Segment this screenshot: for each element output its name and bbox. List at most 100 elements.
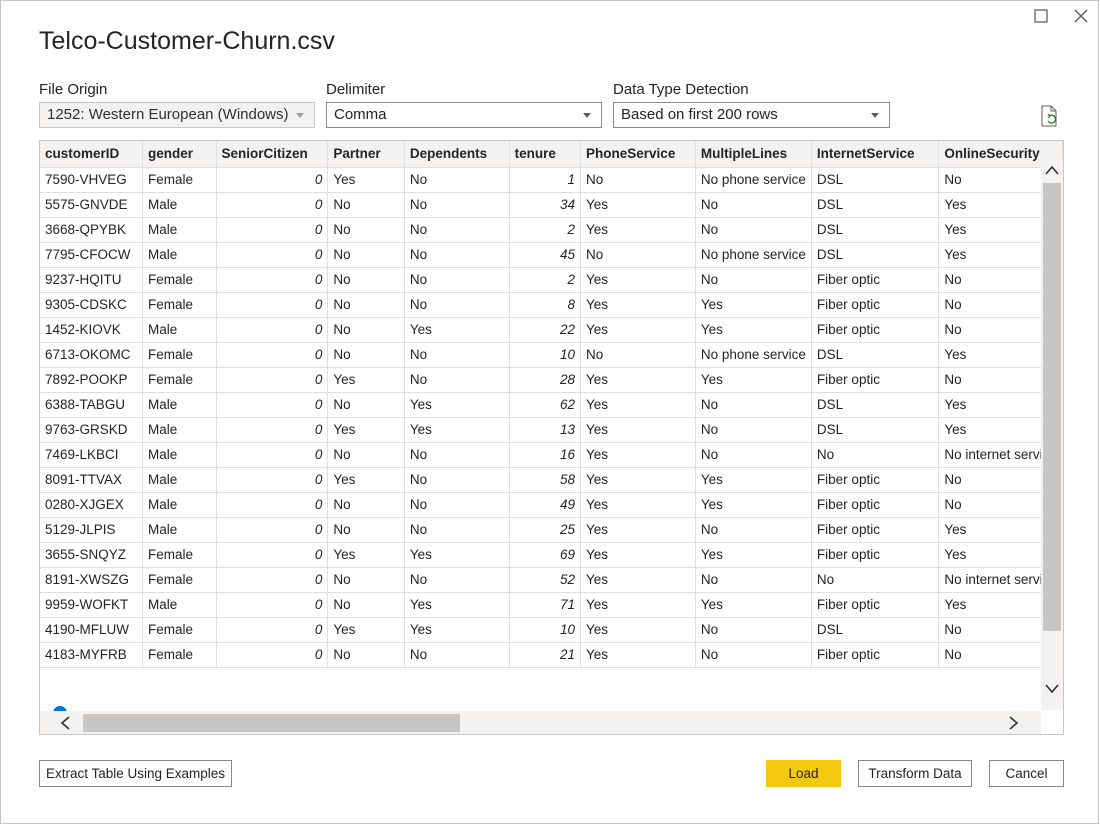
csv-import-dialog: Telco-Customer-Churn.csv File Origin 125… [0, 0, 1099, 824]
table-cell: 10 [509, 342, 582, 368]
horizontal-scroll-thumb[interactable] [83, 714, 460, 732]
table-cell: No [327, 267, 405, 293]
table-row: 7590-VHVEG Female 0 Yes No 1 No No phone servic… [40, 167, 1063, 193]
table-cell: Male [142, 442, 217, 468]
table-cell: 5575-GNVDE [40, 192, 143, 218]
table-cell: 0 [216, 367, 329, 393]
table-cell: 3655-SNQYZ [40, 542, 143, 568]
table-cell: No [404, 217, 510, 243]
table-cell: No [404, 442, 510, 468]
vertical-scroll-thumb[interactable] [1043, 183, 1061, 631]
table-cell: Yes [695, 492, 812, 518]
table-cell: 34 [509, 192, 582, 218]
table-cell: 58 [509, 467, 582, 493]
table-cell: Yes [404, 392, 510, 418]
table-cell: 4190-MFLUW [40, 617, 143, 643]
table-cell: Yes [580, 217, 696, 243]
table-cell: Yes [580, 492, 696, 518]
table-cell: No [327, 292, 405, 318]
table-cell: Yes [327, 467, 405, 493]
table-cell: Yes [695, 367, 812, 393]
table-cell: No [695, 517, 812, 543]
table-cell: Male [142, 317, 217, 343]
table-cell: Yes [404, 542, 510, 568]
table-row: 9763-GRSKD Male 0 Yes Yes 13 Yes No DSL Yes [40, 417, 1063, 443]
preview-grid[interactable]: customerID gender SeniorCitizen Partner Depe… [39, 140, 1064, 735]
detection-label: Data Type Detection [613, 81, 749, 98]
table-cell: 1452-KIOVK [40, 317, 143, 343]
table-cell: 7892-POOKP [40, 367, 143, 393]
table-cell: Fiber optic [811, 492, 940, 518]
table-cell: 49 [509, 492, 582, 518]
table-cell: 9237-HQITU [40, 267, 143, 293]
delimiter-value: Comma [334, 106, 387, 123]
maximize-icon[interactable] [1034, 9, 1052, 27]
load-button[interactable]: Load [766, 760, 841, 787]
column-header: Partner [327, 141, 405, 168]
chevron-left-icon[interactable] [60, 716, 70, 730]
table-cell: Yes [580, 292, 696, 318]
table-cell: No phone service [695, 242, 812, 268]
cancel-button[interactable]: Cancel [989, 760, 1064, 787]
table-cell: Yes [327, 542, 405, 568]
table-row: 4190-MFLUW Female 0 Yes Yes 10 Yes No DSL No [40, 617, 1063, 643]
table-row: 8191-XWSZG Female 0 No No 52 Yes No No No interne… [40, 567, 1063, 593]
dialog-title: Telco-Customer-Churn.csv [39, 27, 335, 55]
table-cell: 2 [509, 217, 582, 243]
table-cell: 0 [216, 267, 329, 293]
extract-table-button[interactable]: Extract Table Using Examples [39, 760, 232, 787]
table-cell: Female [142, 542, 217, 568]
file-origin-select[interactable]: 1252: Western European (Windows) [39, 102, 315, 128]
table-cell: 2 [509, 267, 582, 293]
delimiter-select[interactable]: Comma [326, 102, 602, 128]
table-cell: Yes [404, 617, 510, 643]
table-cell: No [404, 292, 510, 318]
detection-select[interactable]: Based on first 200 rows [613, 102, 890, 128]
table-cell: Male [142, 192, 217, 218]
table-cell: 0 [216, 342, 329, 368]
refresh-file-icon[interactable] [1040, 105, 1060, 127]
table-cell: Fiber optic [811, 367, 940, 393]
table-row: 0280-XJGEX Male 0 No No 49 Yes Yes Fiber optic No [40, 492, 1063, 518]
table-cell: Yes [695, 542, 812, 568]
table-cell: 0 [216, 392, 329, 418]
table-cell: Fiber optic [811, 267, 940, 293]
table-cell: 0 [216, 517, 329, 543]
table-cell: 7795-CFOCW [40, 242, 143, 268]
chevron-down-icon[interactable] [1045, 681, 1059, 694]
table-cell: No [404, 492, 510, 518]
table-cell: 0 [216, 617, 329, 643]
table-cell: Fiber optic [811, 317, 940, 343]
table-cell: Yes [580, 642, 696, 668]
table-cell: Female [142, 342, 217, 368]
table-cell: No [811, 442, 940, 468]
table-cell: 6388-TABGU [40, 392, 143, 418]
table-cell: Fiber optic [811, 292, 940, 318]
table-cell: No [580, 342, 696, 368]
table-cell: Female [142, 617, 217, 643]
table-cell: No [327, 342, 405, 368]
chevron-up-icon[interactable] [1045, 162, 1059, 175]
table-cell: Female [142, 292, 217, 318]
table-cell: 52 [509, 567, 582, 593]
table-cell: Yes [327, 167, 405, 193]
table-cell: 10 [509, 617, 582, 643]
table-cell: 71 [509, 592, 582, 618]
table-cell: No [327, 567, 405, 593]
table-cell: Yes [580, 592, 696, 618]
transform-data-button[interactable]: Transform Data [858, 760, 972, 787]
table-cell: 0 [216, 467, 329, 493]
chevron-right-icon[interactable] [1009, 716, 1019, 730]
table-cell: Yes [580, 267, 696, 293]
table-cell: Female [142, 367, 217, 393]
table-cell: Male [142, 242, 217, 268]
table-cell: 8091-TTVAX [40, 467, 143, 493]
preview-table: customerID gender SeniorCitizen Partner Depe… [40, 141, 1063, 668]
table-cell: 9959-WOFKT [40, 592, 143, 618]
table-cell: 5129-JLPIS [40, 517, 143, 543]
close-icon[interactable] [1074, 9, 1092, 27]
table-cell: 0 [216, 167, 329, 193]
table-cell: 0280-XJGEX [40, 492, 143, 518]
table-cell: Yes [695, 467, 812, 493]
table-cell: Yes [404, 317, 510, 343]
